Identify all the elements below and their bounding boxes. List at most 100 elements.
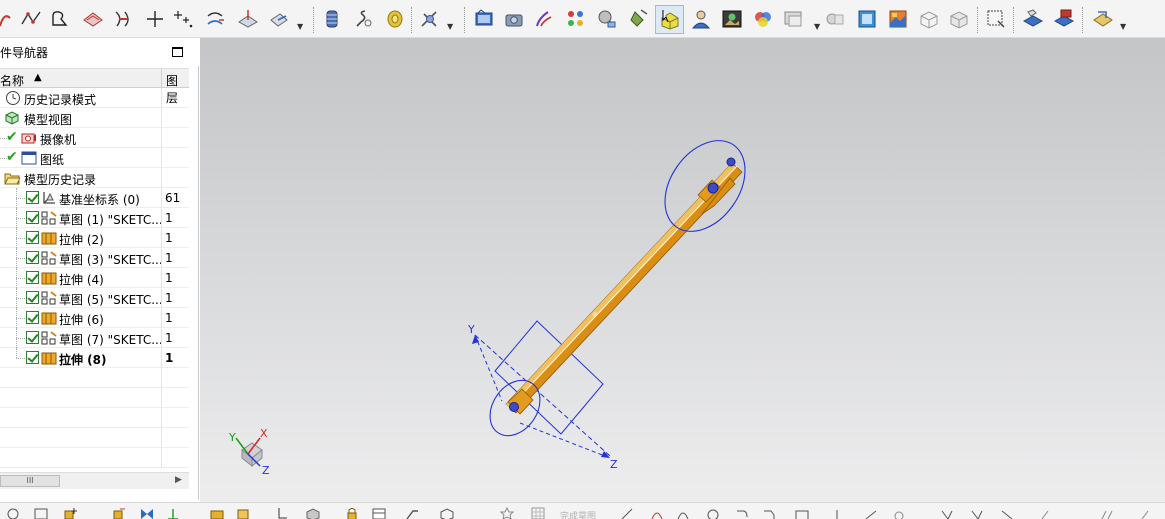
circle-icon[interactable] xyxy=(48,8,70,30)
tree-item-cameras[interactable]: ✔ 摄像机 xyxy=(0,128,189,148)
table-icon[interactable] xyxy=(372,507,386,519)
fillet-icon[interactable] xyxy=(735,507,749,519)
polygon-icon[interactable] xyxy=(830,507,844,519)
corner-icon[interactable] xyxy=(1000,507,1014,519)
view-icon[interactable] xyxy=(6,507,20,519)
materials-icon[interactable] xyxy=(565,8,587,30)
tree-item-sketch-7[interactable]: 草图 (7) "SKETC... 1 xyxy=(0,328,189,348)
tree-item-model-history[interactable]: 模型历史记录 xyxy=(0,168,189,188)
paint-icon[interactable] xyxy=(533,8,555,30)
visibility-checkbox[interactable] xyxy=(26,351,39,364)
trim-icon[interactable] xyxy=(940,507,954,519)
face-icon[interactable] xyxy=(824,8,846,30)
offset-icon[interactable] xyxy=(892,507,906,519)
grid-icon[interactable] xyxy=(531,507,545,519)
intersection-curve-icon[interactable] xyxy=(113,8,135,30)
lock-icon[interactable] xyxy=(345,507,359,519)
tree-item-datum-csys[interactable]: 基准坐标系 (0) 61 xyxy=(0,188,189,208)
visibility-checkbox[interactable] xyxy=(26,331,39,344)
frame-icon[interactable] xyxy=(985,8,1007,30)
light-icon[interactable] xyxy=(627,8,649,30)
visibility-checkbox[interactable] xyxy=(26,291,39,304)
constraint-icon[interactable] xyxy=(166,507,180,519)
palette-icon[interactable] xyxy=(752,8,774,30)
spline-tool-icon[interactable] xyxy=(864,507,878,519)
datum-csys-icon[interactable] xyxy=(268,8,290,30)
tree-item-drawings[interactable]: ✔ 图纸 xyxy=(0,148,189,168)
block-icon[interactable] xyxy=(440,507,454,519)
visibility-checkbox[interactable] xyxy=(26,311,39,324)
wireframe-icon[interactable] xyxy=(918,8,940,30)
sketch-star-icon[interactable] xyxy=(500,507,514,519)
chamfer-icon[interactable] xyxy=(762,507,776,519)
render-icon[interactable] xyxy=(473,8,495,30)
graphics-viewport[interactable]: Y Z X Y Z xyxy=(200,38,1165,502)
move-icon[interactable] xyxy=(112,507,126,519)
shading-icon[interactable] xyxy=(596,8,618,30)
user-icon[interactable] xyxy=(690,8,712,30)
visibility-checkbox[interactable] xyxy=(26,191,39,204)
cable-icon[interactable] xyxy=(419,8,441,30)
finish-sketch-label[interactable]: 完成草图 xyxy=(560,509,596,519)
texture-icon[interactable] xyxy=(887,8,909,30)
visibility-checkbox[interactable] xyxy=(26,271,39,284)
dimension-icon[interactable] xyxy=(1100,507,1114,519)
display-icon[interactable] xyxy=(783,8,805,30)
point-set-icon[interactable] xyxy=(172,8,194,30)
tree-item-model-views[interactable]: 模型视图 xyxy=(0,108,189,128)
assembly-icon[interactable] xyxy=(210,507,224,519)
column-name-header[interactable]: 名称 xyxy=(0,72,24,89)
part-icon[interactable] xyxy=(236,507,250,519)
rotate-handle-top[interactable] xyxy=(648,126,761,247)
tape-icon[interactable] xyxy=(384,8,406,30)
tree-item-extrude-6[interactable]: 拉伸 (6) 1 xyxy=(0,308,189,328)
arc-3pt-icon[interactable] xyxy=(676,507,690,519)
mirror-icon[interactable] xyxy=(140,507,154,519)
add-component-icon[interactable] xyxy=(64,507,78,519)
scroll-right-arrow-icon[interactable]: ▶ xyxy=(175,475,182,485)
spline-icon[interactable] xyxy=(20,8,42,30)
tree-item-sketch-3[interactable]: 草图 (3) "SKETC... 1 xyxy=(0,248,189,268)
layer-icon[interactable] xyxy=(1022,8,1044,30)
curve-icon[interactable] xyxy=(0,8,18,30)
select-body-icon[interactable] xyxy=(659,8,681,30)
box-icon[interactable] xyxy=(948,8,970,30)
visibility-checkbox[interactable] xyxy=(26,251,39,264)
arc-icon[interactable] xyxy=(650,507,664,519)
datum-axes[interactable]: Y Z xyxy=(467,323,618,471)
plus-icon[interactable] xyxy=(144,8,166,30)
explode-icon[interactable] xyxy=(275,507,289,519)
offset-curve-icon[interactable] xyxy=(205,8,227,30)
sort-ascending-icon[interactable]: ▲ xyxy=(34,72,42,83)
camera-view-icon[interactable] xyxy=(503,8,525,30)
tree-item-extrude-4[interactable]: 拉伸 (4) 1 xyxy=(0,268,189,288)
pattern-icon[interactable] xyxy=(1040,507,1054,519)
tree-item-extrude-2[interactable]: 拉伸 (2) 1 xyxy=(0,228,189,248)
bend-icon[interactable] xyxy=(405,507,419,519)
connecting-rod-body[interactable] xyxy=(505,157,743,415)
model-scene[interactable]: Y Z X Y Z xyxy=(200,38,1165,502)
coil-icon[interactable] xyxy=(353,8,375,30)
tree-item-sketch-5[interactable]: 草图 (5) "SKETC... 1 xyxy=(0,288,189,308)
surface-icon[interactable] xyxy=(82,8,104,30)
line-icon[interactable] xyxy=(620,507,634,519)
horizontal-scrollbar[interactable]: III ▶ xyxy=(0,472,189,489)
tree-item-sketch-1[interactable]: 草图 (1) "SKETC... 1 xyxy=(0,208,189,228)
datum-plane-icon[interactable] xyxy=(237,8,259,30)
scrollbar-thumb[interactable]: III xyxy=(0,475,60,487)
solid-icon[interactable] xyxy=(306,507,320,519)
move-layer-icon[interactable] xyxy=(1053,8,1075,30)
rectangle-icon[interactable] xyxy=(795,507,809,519)
spring-icon[interactable] xyxy=(321,8,343,30)
window-icon[interactable] xyxy=(34,507,48,519)
tree-item-extrude-8[interactable]: 拉伸 (8) 1 xyxy=(0,348,189,368)
visibility-checkbox[interactable] xyxy=(26,211,39,224)
extend-icon[interactable] xyxy=(970,507,984,519)
image-icon[interactable] xyxy=(721,8,743,30)
sketch-icon[interactable] xyxy=(1092,8,1114,30)
sketch-circle-icon[interactable] xyxy=(706,507,720,519)
maximize-icon[interactable] xyxy=(172,47,183,57)
datum-csys-handles[interactable] xyxy=(474,320,611,457)
cube-icon[interactable] xyxy=(856,8,878,30)
tree-item-history-mode[interactable]: 历史记录模式 xyxy=(0,88,189,108)
